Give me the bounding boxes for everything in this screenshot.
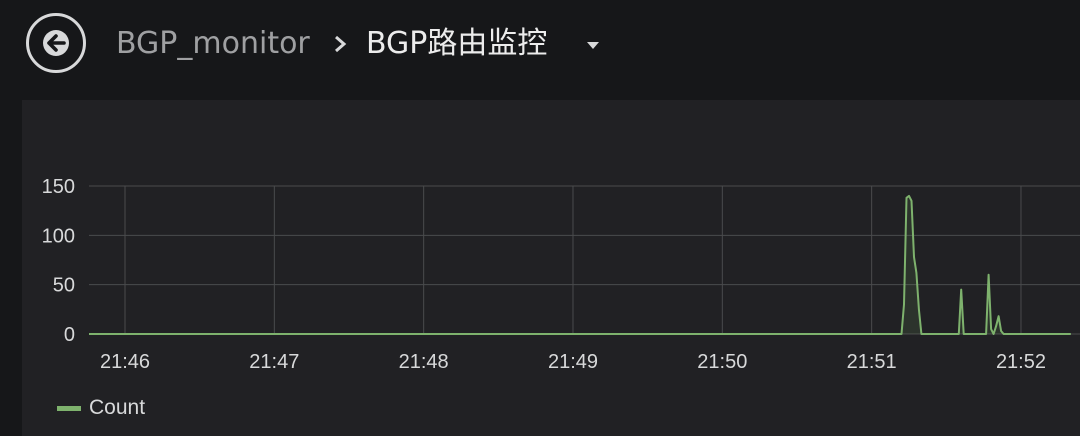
y-tick-label: 50 <box>53 275 75 297</box>
x-tick-label: 21:50 <box>697 351 747 373</box>
legend-item-count[interactable]: Count <box>57 396 145 420</box>
y-tick-label: 100 <box>42 225 75 247</box>
x-tick-label: 21:49 <box>548 351 598 373</box>
x-axis: 21:46 21:47 21:48 21:49 21:50 21:51 21:52 <box>100 351 1046 373</box>
y-tick-label: 0 <box>64 324 75 346</box>
count-chart: 0 50 100 150 21:46 21:47 21:48 21:49 21:50 21:51… <box>42 176 1080 373</box>
series-line-0 <box>89 194 1071 335</box>
x-tick-label: 21:52 <box>996 351 1046 373</box>
y-tick-label: 150 <box>42 176 75 198</box>
x-tick-label: 21:48 <box>399 351 449 373</box>
x-tick-label: 21:46 <box>100 351 150 373</box>
x-tick-label: 21:47 <box>249 351 299 373</box>
legend-label: Count <box>89 396 146 419</box>
legend-swatch <box>57 405 81 411</box>
y-axis: 0 50 100 150 <box>42 176 75 346</box>
series-layer <box>89 194 1071 335</box>
chart-grid <box>89 185 1080 335</box>
series-area-0 <box>89 195 1071 334</box>
x-tick-label: 21:51 <box>847 351 897 373</box>
